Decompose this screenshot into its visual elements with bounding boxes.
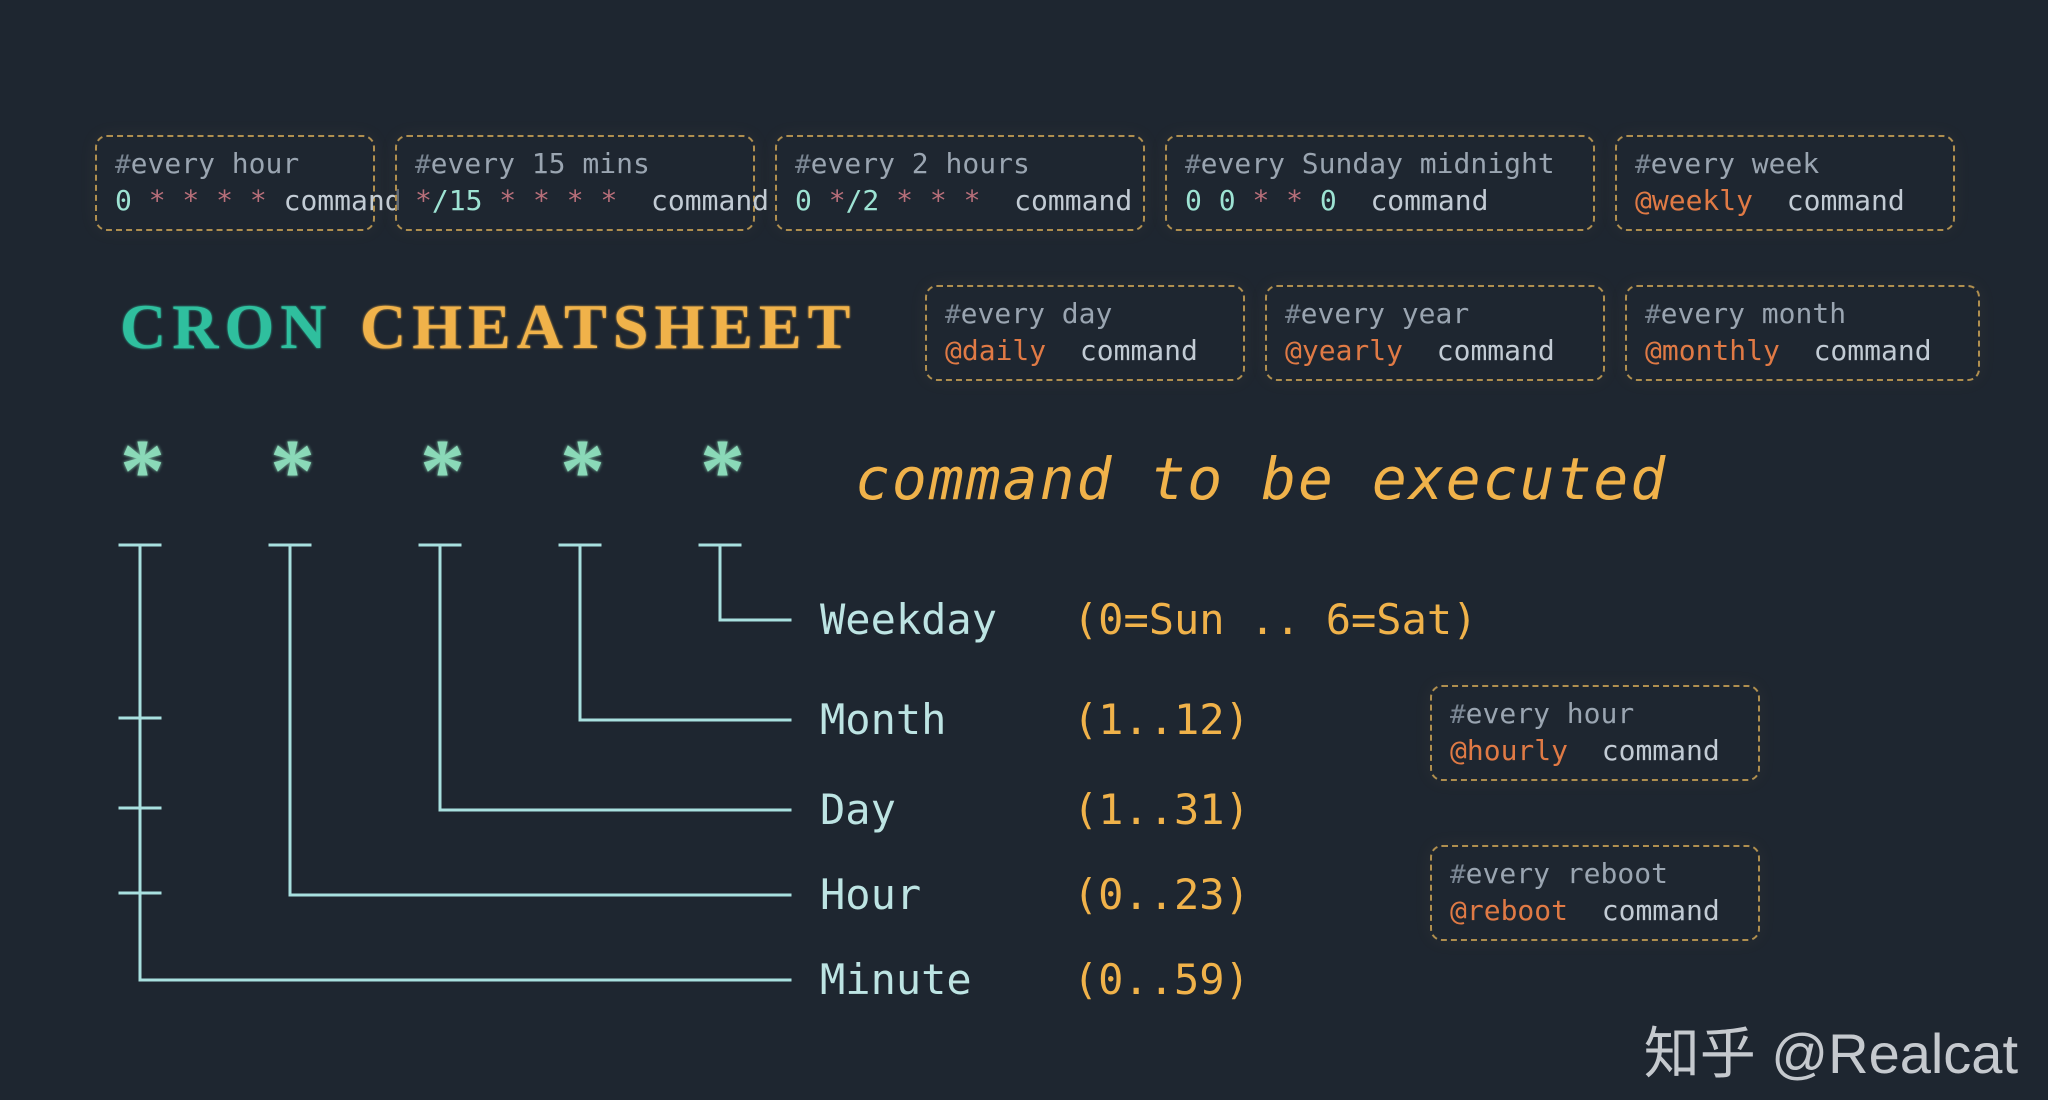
field-minute: Minute (0..59) [820,955,1250,1004]
field-hour: Hour (0..23) [820,870,1250,919]
connector-lines [0,0,2048,1100]
field-day: Day (1..31) [820,785,1250,834]
field-month: Month (1..12) [820,695,1250,744]
field-weekday: Weekday (0=Sun .. 6=Sat) [820,595,1477,644]
watermark: 知乎 @Realcat [1644,1009,2018,1090]
